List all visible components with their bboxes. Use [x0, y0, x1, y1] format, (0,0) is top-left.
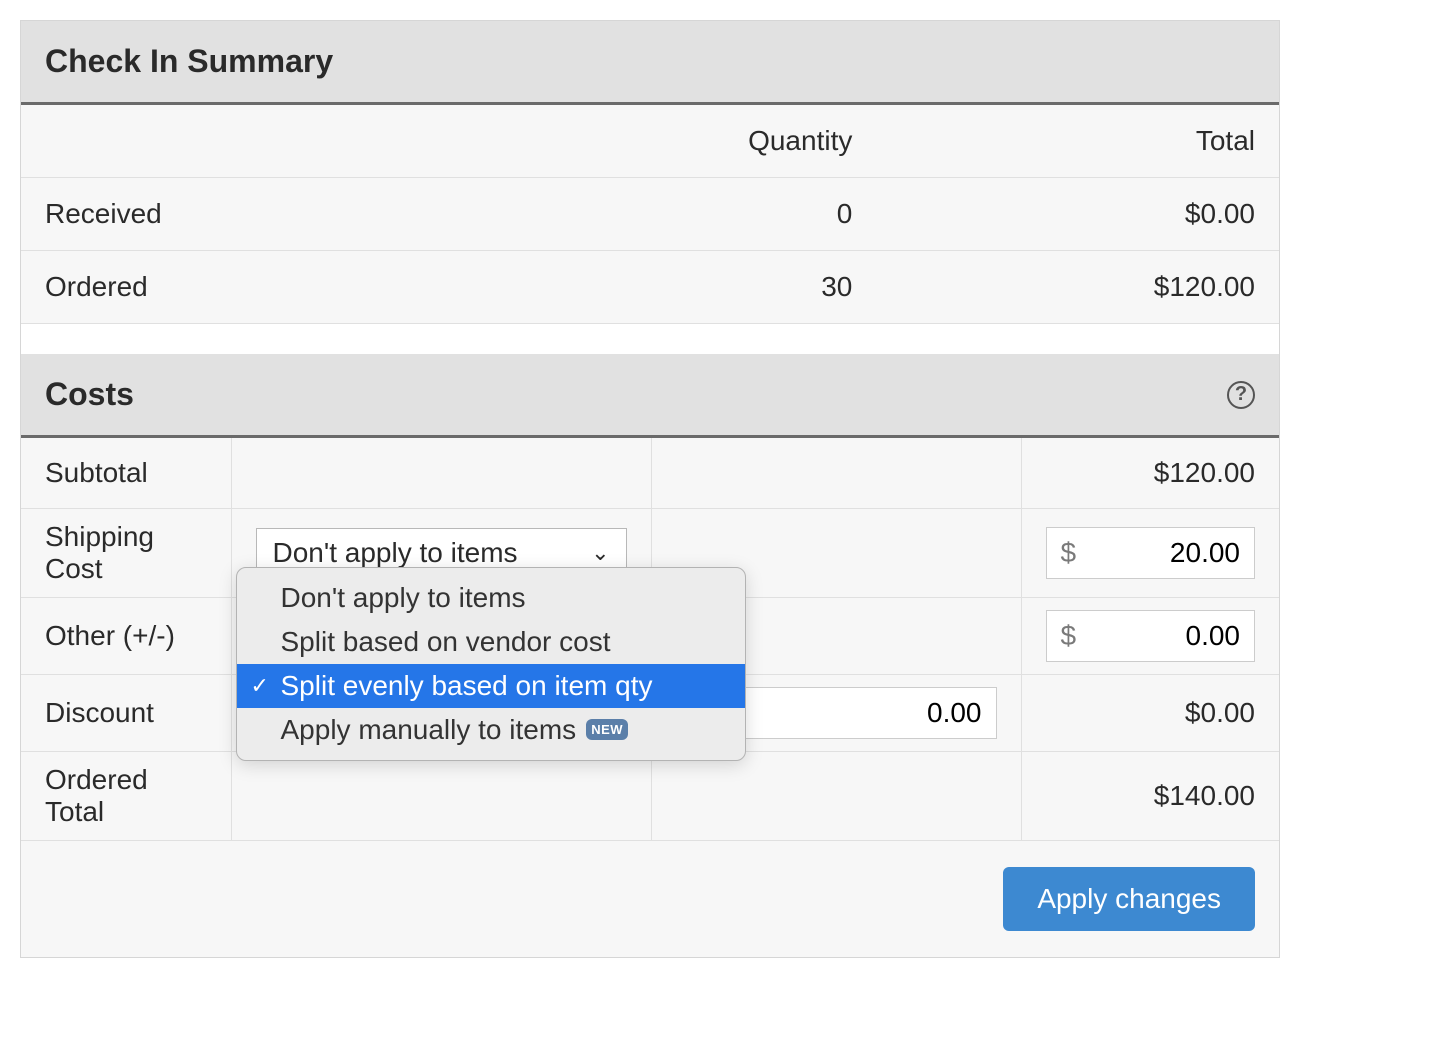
- costs-header: Costs ?: [21, 354, 1279, 438]
- button-row: Apply changes: [21, 841, 1279, 957]
- summary-total: $120.00: [876, 251, 1279, 324]
- summary-label: Received: [21, 178, 465, 251]
- summary-qty: 0: [465, 178, 876, 251]
- checkin-summary-header: Check In Summary: [21, 21, 1279, 105]
- currency-symbol: $: [1047, 620, 1091, 652]
- help-icon[interactable]: ?: [1227, 381, 1255, 409]
- summary-table: Quantity Total Received 0 $0.00 Ordered …: [21, 105, 1279, 324]
- summary-col-blank: [21, 105, 465, 178]
- costs-table: Subtotal $120.00 Shipping Cost Don't app…: [21, 438, 1279, 841]
- dropdown-option-dont-apply[interactable]: Don't apply to items: [237, 576, 745, 620]
- shipping-apply-dropdown: Don't apply to items Split based on vend…: [236, 567, 746, 761]
- summary-row-ordered: Ordered 30 $120.00: [21, 251, 1279, 324]
- summary-col-total: Total: [876, 105, 1279, 178]
- summary-col-qty: Quantity: [465, 105, 876, 178]
- summary-label: Ordered: [21, 251, 465, 324]
- ordered-total-value: $140.00: [1021, 751, 1279, 840]
- checkin-summary-title: Check In Summary: [45, 43, 333, 80]
- discount-label: Discount: [21, 674, 231, 751]
- ordered-total-label: Ordered Total: [21, 751, 231, 840]
- dropdown-option-split-vendor[interactable]: Split based on vendor cost: [237, 620, 745, 664]
- subtotal-label: Subtotal: [21, 438, 231, 508]
- ordered-total-row: Ordered Total $140.00: [21, 751, 1279, 840]
- panel: Check In Summary Quantity Total Received…: [20, 20, 1280, 958]
- subtotal-value: $120.00: [1021, 438, 1279, 508]
- chevron-down-icon: ⌄: [591, 540, 609, 566]
- subtotal-row: Subtotal $120.00: [21, 438, 1279, 508]
- dropdown-option-apply-manually[interactable]: Apply manually to items NEW: [237, 708, 745, 752]
- other-amount-input[interactable]: [1090, 611, 1254, 661]
- costs-title: Costs: [45, 376, 134, 413]
- check-icon: ✓: [251, 673, 269, 699]
- other-amount-field[interactable]: $: [1046, 610, 1256, 662]
- new-badge: NEW: [586, 719, 628, 740]
- summary-row-received: Received 0 $0.00: [21, 178, 1279, 251]
- apply-changes-button[interactable]: Apply changes: [1003, 867, 1255, 931]
- summary-total: $0.00: [876, 178, 1279, 251]
- shipping-row: Shipping Cost Don't apply to items ⌄ Don…: [21, 508, 1279, 597]
- discount-value: $0.00: [1021, 674, 1279, 751]
- shipping-select-value: Don't apply to items: [273, 537, 518, 569]
- currency-symbol: $: [1047, 537, 1091, 569]
- summary-qty: 30: [465, 251, 876, 324]
- shipping-label: Shipping Cost: [21, 508, 231, 597]
- dropdown-option-split-qty[interactable]: ✓ Split evenly based on item qty: [237, 664, 745, 708]
- other-label: Other (+/-): [21, 597, 231, 674]
- shipping-amount-input[interactable]: [1090, 528, 1254, 578]
- shipping-amount-field[interactable]: $: [1046, 527, 1256, 579]
